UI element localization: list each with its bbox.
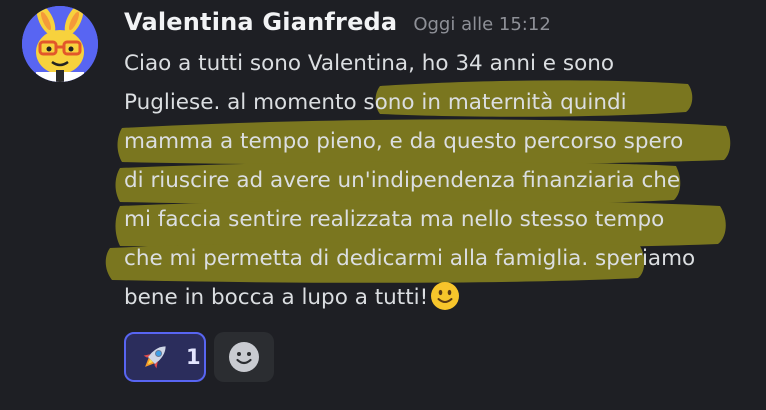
rocket-icon: [143, 346, 166, 369]
chat-message: Valentina Gianfreda Oggi alle 15:12 Ciao…: [0, 0, 766, 410]
message-line: che mi permetta di dedicarmi alla famigl…: [124, 246, 696, 271]
add-reaction-button[interactable]: [214, 332, 274, 382]
message-line: Pugliese. al momento sono in maternità q…: [124, 90, 627, 115]
slightly-smiling-face-icon: [431, 282, 460, 310]
message-header: Valentina Gianfreda Oggi alle 15:12: [124, 8, 551, 44]
message-line: bene in bocca a lupo a tutti!: [124, 285, 429, 310]
reaction-rocket-button[interactable]: 1: [124, 332, 206, 382]
bunny-avatar-icon: [22, 6, 98, 82]
message-line: mi faccia sentire realizzata ma nello st…: [124, 207, 665, 232]
message-content: Ciao a tutti sono Valentina, ho 34 anni …: [124, 44, 754, 317]
reaction-count: 1: [186, 345, 201, 369]
add-emoji-icon: [229, 342, 259, 372]
reaction-bar: 1: [124, 332, 274, 382]
author-name[interactable]: Valentina Gianfreda: [124, 8, 397, 36]
message-line: Ciao a tutti sono Valentina, ho 34 anni …: [124, 51, 615, 76]
message-timestamp[interactable]: Oggi alle 15:12: [413, 14, 550, 35]
message-line: di riuscire ad avere un'indipendenza fin…: [124, 168, 681, 193]
message-line: mamma a tempo pieno, e da questo percors…: [124, 129, 684, 154]
user-avatar[interactable]: [22, 6, 98, 82]
message-last-line: bene in bocca a lupo a tutti!: [124, 278, 754, 317]
